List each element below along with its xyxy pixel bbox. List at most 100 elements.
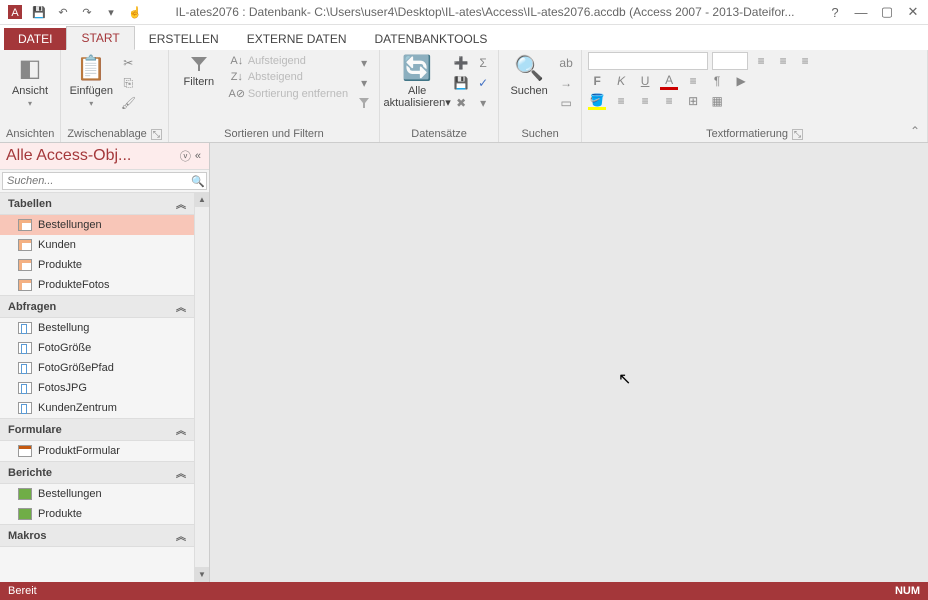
nav-group-makros[interactable]: Makros︽: [0, 524, 194, 547]
navigation-pane: Alle Access-Obj... ⓥ « 🔍 Tabellen︽ Beste…: [0, 143, 210, 582]
scroll-down-icon[interactable]: ▼: [195, 567, 209, 582]
aufsteigend-button[interactable]: A↓Aufsteigend: [227, 54, 351, 68]
touch-mode-icon[interactable]: ☝: [124, 1, 146, 23]
new-record-icon[interactable]: ➕: [452, 54, 470, 72]
alt-row-color-icon[interactable]: ▦: [708, 92, 726, 110]
bold-button[interactable]: F: [588, 72, 606, 90]
delete-record-icon[interactable]: ✖: [452, 94, 470, 112]
close-icon[interactable]: ✕: [902, 1, 924, 23]
italic-button[interactable]: K: [612, 72, 630, 90]
font-name-combo[interactable]: [588, 52, 708, 70]
table-bestellungen[interactable]: Bestellungen: [0, 215, 194, 235]
advanced-filter-icon[interactable]: ▾: [355, 74, 373, 92]
tab-start[interactable]: START: [66, 26, 134, 50]
workspace: Alle Access-Obj... ⓥ « 🔍 Tabellen︽ Beste…: [0, 143, 928, 582]
status-num: NUM: [895, 585, 920, 597]
tab-erstellen[interactable]: ERSTELLEN: [135, 28, 233, 50]
ansicht-button[interactable]: ◧ Ansicht ▾: [6, 52, 54, 110]
align-right-icon[interactable]: ≡: [660, 92, 678, 110]
window-controls: ? — ▢ ✕: [824, 1, 924, 23]
collapse-group-icon[interactable]: ︽: [176, 196, 186, 211]
query-fotosjpg[interactable]: FotosJPG: [0, 378, 194, 398]
nav-scrollbar[interactable]: ▲ ▼: [194, 192, 209, 582]
sortierung-entfernen-button[interactable]: A⊘Sortierung entfernen: [227, 86, 351, 101]
scroll-up-icon[interactable]: ▲: [195, 192, 209, 207]
format-painter-icon[interactable]: 🖌: [119, 94, 137, 112]
save-record-icon[interactable]: 💾: [452, 74, 470, 92]
underline-button[interactable]: U: [636, 72, 654, 90]
query-icon: [18, 362, 32, 374]
table-kunden[interactable]: Kunden: [0, 235, 194, 255]
bullets-icon[interactable]: ≡: [752, 52, 770, 70]
text-direction-icon[interactable]: ¶: [708, 72, 726, 90]
nav-collapse-icon[interactable]: «: [193, 150, 203, 162]
more-icon[interactable]: ▾: [474, 94, 492, 112]
nav-group-tabellen[interactable]: Tabellen︽: [0, 192, 194, 215]
collapse-group-icon[interactable]: ︽: [176, 528, 186, 543]
nav-dropdown-icon[interactable]: ⓥ: [178, 148, 193, 164]
dialog-launcher-icon[interactable]: ⤡: [792, 129, 803, 140]
help-icon[interactable]: ?: [824, 1, 846, 23]
tab-datei[interactable]: DATEI: [4, 28, 66, 50]
absteigend-button[interactable]: Z↓Absteigend: [227, 70, 351, 84]
dialog-launcher-icon[interactable]: ⤡: [151, 129, 162, 140]
font-size-combo[interactable]: [712, 52, 748, 70]
redo-icon[interactable]: ↷: [76, 1, 98, 23]
search-input[interactable]: [3, 173, 190, 189]
save-icon[interactable]: 💾: [28, 1, 50, 23]
collapse-ribbon-icon[interactable]: ⌃: [910, 124, 920, 138]
ribbon-tabs: DATEI START ERSTELLEN EXTERNE DATEN DATE…: [0, 25, 928, 50]
ltr-icon[interactable]: ▶: [732, 72, 750, 90]
einfugen-button[interactable]: 📋 Einfügen ▾: [67, 52, 115, 110]
collapse-group-icon[interactable]: ︽: [176, 465, 186, 480]
table-icon: [18, 279, 32, 291]
query-icon: [18, 342, 32, 354]
query-bestellung[interactable]: Bestellung: [0, 318, 194, 338]
query-kundenzentrum[interactable]: KundenZentrum: [0, 398, 194, 418]
search-icon[interactable]: 🔍: [190, 175, 206, 188]
tab-externe-daten[interactable]: EXTERNE DATEN: [233, 28, 361, 50]
query-fotogrosse[interactable]: FotoGröße: [0, 338, 194, 358]
table-produktefotos[interactable]: ProdukteFotos: [0, 275, 194, 295]
report-produkte[interactable]: Produkte: [0, 504, 194, 524]
replace-icon[interactable]: ab: [557, 54, 575, 72]
selection-filter-icon[interactable]: ▾: [355, 54, 373, 72]
table-produkte[interactable]: Produkte: [0, 255, 194, 275]
form-produktformular[interactable]: ProduktFormular: [0, 441, 194, 461]
qat-options-icon[interactable]: ▾: [100, 1, 122, 23]
nav-group-formulare[interactable]: Formulare︽: [0, 418, 194, 441]
goto-icon[interactable]: →: [557, 74, 575, 92]
app-icon[interactable]: A: [4, 1, 26, 23]
minimize-icon[interactable]: —: [850, 1, 872, 23]
tab-datenbanktools[interactable]: DATENBANKTOOLS: [361, 28, 502, 50]
spelling-icon[interactable]: ✓: [474, 74, 492, 92]
filtern-button[interactable]: Filtern: [175, 52, 223, 90]
cursor-icon: ↖: [618, 369, 631, 389]
collapse-group-icon[interactable]: ︽: [176, 299, 186, 314]
cut-icon[interactable]: ✂: [119, 54, 137, 72]
align-center-icon[interactable]: ≡: [636, 92, 654, 110]
group-label-textformatierung: Textformatierung: [706, 128, 788, 140]
gridlines-icon[interactable]: ⊞: [684, 92, 702, 110]
nav-group-abfragen[interactable]: Abfragen︽: [0, 295, 194, 318]
indent-decrease-icon[interactable]: ≡: [796, 52, 814, 70]
copy-icon[interactable]: ⎘: [119, 74, 137, 92]
suchen-button[interactable]: 🔍 Suchen: [505, 52, 553, 99]
nav-group-berichte[interactable]: Berichte︽: [0, 461, 194, 484]
toggle-filter-icon[interactable]: [355, 94, 373, 112]
numbering-icon[interactable]: ≡: [774, 52, 792, 70]
maximize-icon[interactable]: ▢: [876, 1, 898, 23]
fill-color-icon[interactable]: 🪣: [588, 92, 606, 110]
undo-icon[interactable]: ↶: [52, 1, 74, 23]
group-ansichten: ◧ Ansicht ▾ Ansichten: [0, 50, 61, 142]
query-fotogrossepfad[interactable]: FotoGrößePfad: [0, 358, 194, 378]
align-left-icon[interactable]: ≡: [612, 92, 630, 110]
nav-pane-header[interactable]: Alle Access-Obj... ⓥ «: [0, 143, 209, 170]
indent-increase-icon[interactable]: ≡: [684, 72, 702, 90]
select-icon[interactable]: ▭: [557, 94, 575, 112]
font-color-icon[interactable]: A: [660, 72, 678, 90]
alle-aktualisieren-button[interactable]: 🔄 Alleaktualisieren▾: [386, 52, 448, 111]
totals-icon[interactable]: Σ: [474, 54, 492, 72]
report-bestellungen[interactable]: Bestellungen: [0, 484, 194, 504]
collapse-group-icon[interactable]: ︽: [176, 422, 186, 437]
